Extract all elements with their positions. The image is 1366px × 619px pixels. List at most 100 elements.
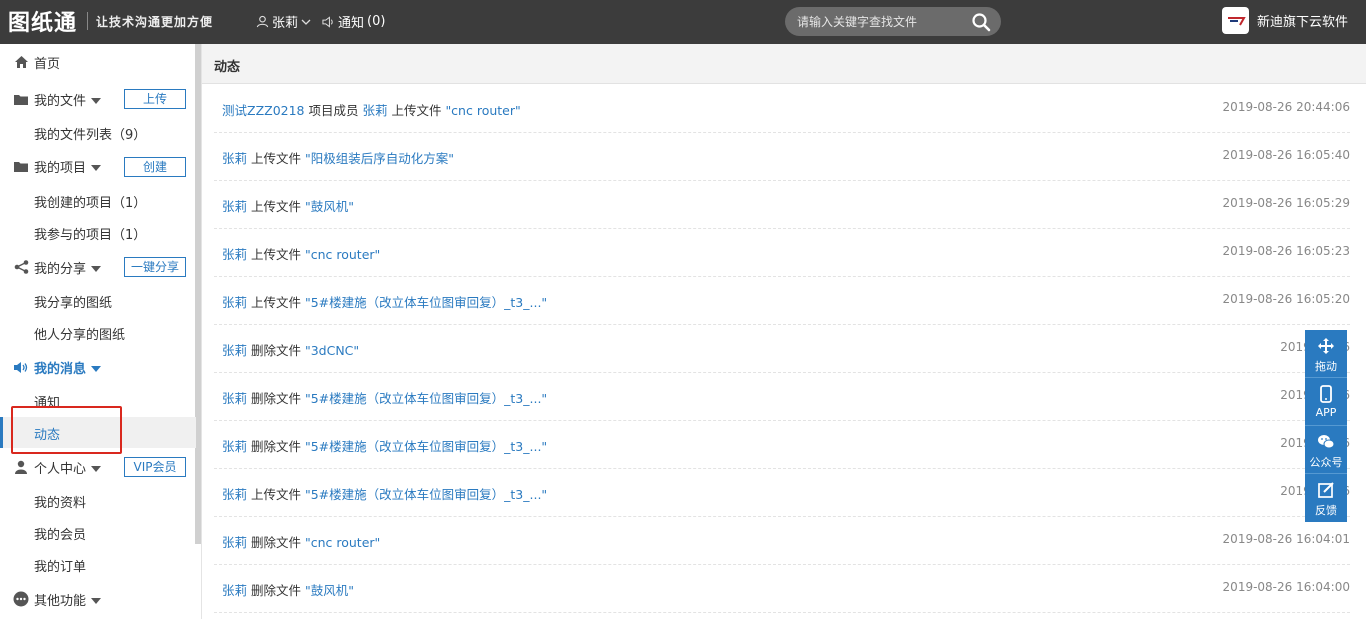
feed-file-link[interactable]: "5#楼建施（改立体车位图审回复）_t3_..." — [305, 439, 547, 454]
main-content: 动态 测试ZZZ0218 项目成员 张莉 上传文件 "cnc router" 20… — [202, 44, 1366, 619]
feed-file-link[interactable]: "鼓风机" — [305, 199, 354, 214]
sidebar-section-label: 我的项目 — [34, 157, 102, 176]
sidebar-section-label: 个人中心 — [34, 458, 102, 477]
feed-file-link[interactable]: "cnc router" — [305, 535, 380, 550]
feed-action-text: 删除文件 — [247, 343, 305, 358]
home-icon — [13, 54, 29, 70]
feed-text: 张莉 上传文件 "阳极组装后序自动化方案" — [222, 148, 454, 167]
feed-file-link[interactable]: "阳极组装后序自动化方案" — [305, 151, 454, 166]
notifications-link[interactable]: 通知 (0) — [322, 12, 385, 31]
sidebar-item-joined-projects[interactable]: 我参与的项目（1） — [34, 224, 146, 243]
feedback-button[interactable]: 反馈 — [1305, 474, 1347, 522]
person-icon — [13, 459, 29, 475]
sidebar-section-other-functions[interactable]: 其他功能 — [0, 584, 196, 614]
feed-text: 张莉 删除文件 "鼓风机" — [222, 580, 354, 599]
folder-icon — [13, 91, 29, 107]
caret-down-icon — [91, 366, 102, 372]
brand-link[interactable]: 新迪旗下云软件 — [1222, 7, 1348, 34]
upload-button[interactable]: 上传 — [124, 89, 186, 109]
create-button[interactable]: 创建 — [124, 157, 186, 177]
feed-action-text: 上传文件 — [247, 295, 305, 310]
feed-text: 测试ZZZ0218 项目成员 张莉 上传文件 "cnc router" — [222, 100, 521, 119]
search-icon[interactable] — [971, 12, 991, 32]
feed-actor-link[interactable]: 测试ZZZ0218 — [222, 103, 305, 118]
main-header: 动态 — [202, 44, 1366, 84]
app-logo[interactable]: 图纸通 让技术沟通更加方便 — [8, 6, 213, 36]
sidebar-item-my-profile[interactable]: 我的资料 — [34, 492, 86, 511]
one-click-share-button[interactable]: 一键分享 — [124, 257, 186, 277]
move-icon — [1318, 338, 1334, 354]
slogan: 让技术沟通更加方便 — [96, 14, 214, 29]
caret-down-icon — [91, 598, 102, 604]
phone-icon — [1320, 385, 1332, 403]
drag-handle[interactable]: 拖动 — [1305, 330, 1347, 378]
feed-text: 张莉 上传文件 "鼓风机" — [222, 196, 354, 215]
sidebar-item-my-orders[interactable]: 我的订单 — [34, 556, 86, 575]
feed-actor-link[interactable]: 张莉 — [222, 295, 247, 310]
caret-down-icon — [91, 98, 102, 104]
chevron-down-icon — [301, 19, 311, 25]
feed-actor-link[interactable]: 张莉 — [222, 343, 247, 358]
feed-actor-link[interactable]: 张莉 — [222, 199, 247, 214]
feed-row: 张莉 删除文件 "3dCNC"2019-08-26 — [214, 325, 1350, 373]
sidebar-item-label: 首页 — [34, 56, 61, 72]
feed-action-text: 上传文件 — [247, 487, 305, 502]
feed-action-text: 上传文件 — [247, 151, 305, 166]
feed-file-link[interactable]: "鼓风机" — [305, 583, 354, 598]
vip-member-button[interactable]: VIP会员 — [124, 457, 186, 477]
feed-row: 张莉 删除文件 "5#楼建施（改立体车位图审回复）_t3_..."2019-08… — [214, 373, 1350, 421]
feed-action-text: 删除文件 — [247, 535, 305, 550]
feed-file-link[interactable]: "5#楼建施（改立体车位图审回复）_t3_..." — [305, 487, 547, 502]
sidebar-item-my-shared-drawings[interactable]: 我分享的图纸 — [34, 292, 112, 311]
feed-timestamp: 2019-08-26 16:04:01 — [1222, 532, 1350, 546]
annotation-highlight-box — [11, 406, 122, 454]
sidebar-item-created-projects[interactable]: 我创建的项目（1） — [34, 192, 146, 211]
sidebar-section-label: 其他功能 — [34, 590, 102, 609]
sidebar-item-home[interactable]: 首页 — [0, 47, 196, 77]
search-input[interactable] — [797, 11, 957, 32]
feed-file-link[interactable]: "5#楼建施（改立体车位图审回复）_t3_..." — [305, 295, 547, 310]
sidebar: 首页 我的文件 上传 我的文件列表（9） 我的项目 创建 我创建的项目（1） 我… — [0, 44, 202, 619]
feed-file-link[interactable]: "5#楼建施（改立体车位图审回复）_t3_..." — [305, 391, 547, 406]
wechat-label: 公众号 — [1309, 456, 1343, 469]
feed-file-link[interactable]: "3dCNC" — [305, 343, 359, 358]
app-label: APP — [1315, 406, 1337, 419]
sidebar-section-label: 我的文件 — [34, 90, 102, 109]
speaker-icon — [13, 359, 29, 375]
feed-actor-link[interactable]: 张莉 — [222, 247, 247, 262]
more-icon — [13, 591, 29, 607]
share-icon — [13, 259, 29, 275]
feed-timestamp: 2019-08-26 20:44:06 — [1222, 100, 1350, 114]
feed-row: 张莉 上传文件 "阳极组装后序自动化方案" 2019-08-26 16:05:40 — [214, 133, 1350, 181]
sidebar-section-my-messages[interactable]: 我的消息 — [0, 352, 196, 382]
sidebar-item-my-membership[interactable]: 我的会员 — [34, 524, 86, 543]
brand-logo-icon — [1222, 7, 1249, 34]
caret-down-icon — [91, 165, 102, 171]
feed-row: 张莉 上传文件 "5#楼建施（改立体车位图审回复）_t3_..."2019-08… — [214, 469, 1350, 517]
user-name: 张莉 — [272, 16, 299, 31]
sidebar-item-others-shared-drawings[interactable]: 他人分享的图纸 — [34, 324, 125, 343]
user-menu[interactable]: 张莉 — [256, 12, 311, 31]
feed-member-link[interactable]: 张莉 — [362, 103, 387, 118]
feed-actor-link[interactable]: 张莉 — [222, 151, 247, 166]
app-download-button[interactable]: APP — [1305, 378, 1347, 426]
feedback-label: 反馈 — [1315, 504, 1337, 517]
feed-row: 测试ZZZ0218 项目成员 张莉 上传文件 "cnc router" 2019-… — [214, 85, 1350, 133]
feed-actor-link[interactable]: 张莉 — [222, 487, 247, 502]
feed-actor-link[interactable]: 张莉 — [222, 535, 247, 550]
feed-actor-link[interactable]: 张莉 — [222, 583, 247, 598]
feed-file-link[interactable]: "cnc router" — [445, 103, 520, 118]
feed-actor-link[interactable]: 张莉 — [222, 391, 247, 406]
floating-toolbar: 拖动 APP 公众号 反馈 — [1305, 330, 1347, 522]
feed-action-text: 删除文件 — [247, 583, 305, 598]
feed-file-link[interactable]: "cnc router" — [305, 247, 380, 262]
page-title: 动态 — [214, 60, 241, 75]
feed-timestamp: 2019-08-26 16:05:29 — [1222, 196, 1350, 210]
feed-action-text: 上传文件 — [247, 199, 305, 214]
wechat-button[interactable]: 公众号 — [1305, 426, 1347, 474]
feed-timestamp: 2019-08-26 16:04:00 — [1222, 580, 1350, 594]
feed-actor-link[interactable]: 张莉 — [222, 439, 247, 454]
sidebar-item-my-file-list[interactable]: 我的文件列表（9） — [34, 124, 146, 143]
feed-text: 张莉 上传文件 "5#楼建施（改立体车位图审回复）_t3_..." — [222, 292, 547, 311]
wechat-icon — [1318, 435, 1335, 449]
